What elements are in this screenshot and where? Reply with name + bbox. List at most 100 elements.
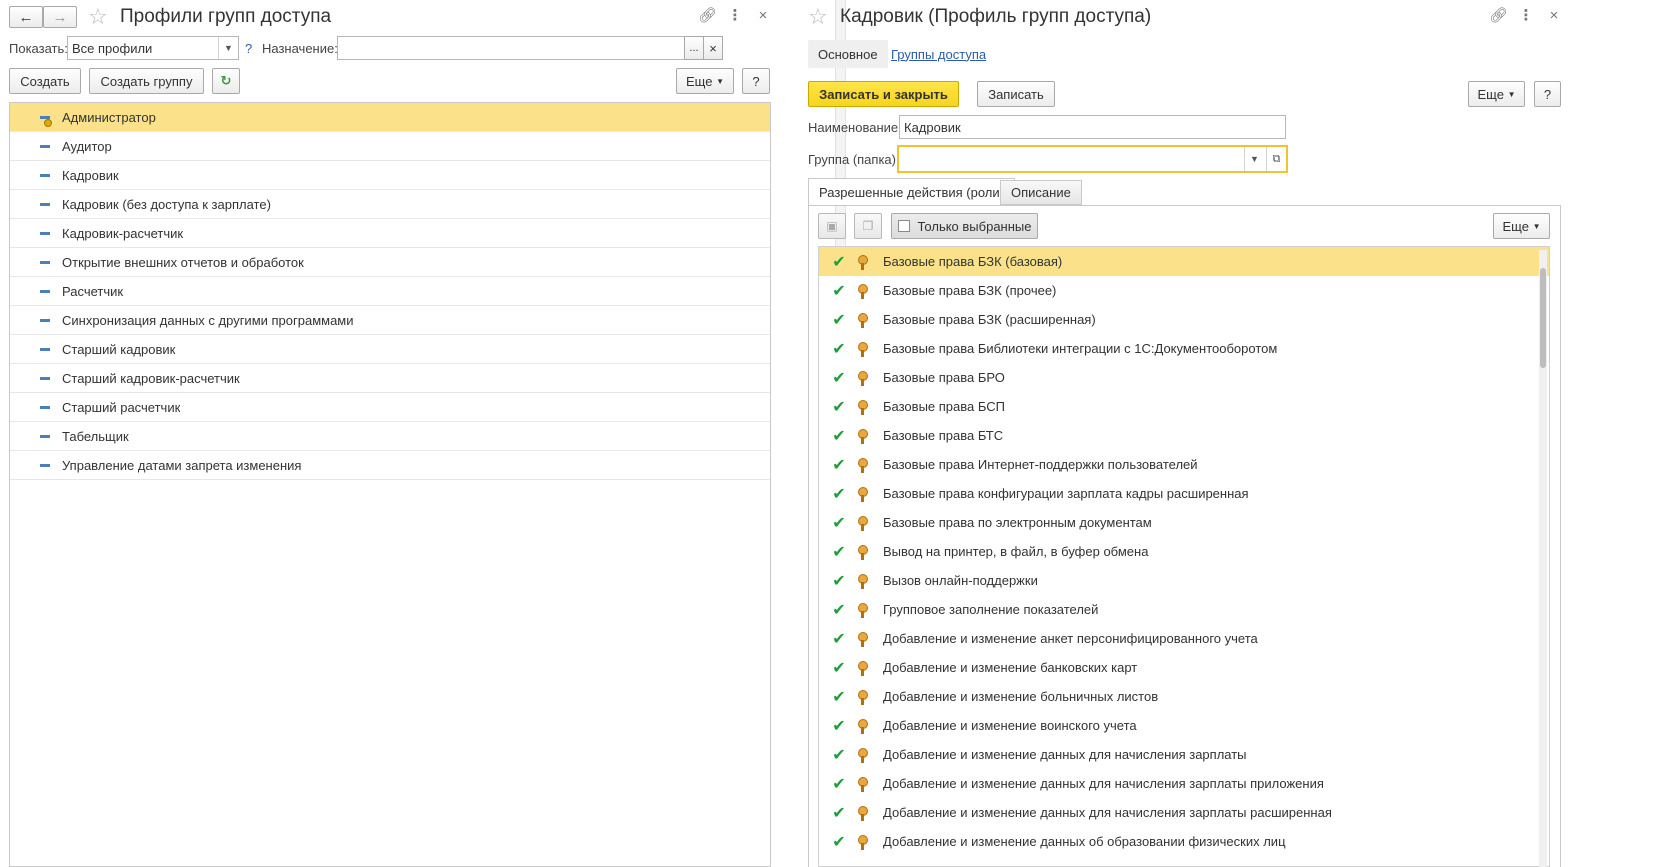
role-row[interactable]: ✔ Базовые права БСП — [819, 392, 1549, 421]
role-row[interactable]: ✔ Вывод на принтер, в файл, в буфер обмен… — [819, 537, 1549, 566]
role-row[interactable]: ✔ Базовые права БЗК (базовая) — [819, 247, 1549, 276]
checkmark-icon[interactable]: ✔ — [831, 658, 847, 678]
tab-roles[interactable]: Разрешенные действия (роли) — [808, 178, 1015, 205]
role-row[interactable]: ✔ Добавление и изменение данных для начис… — [819, 740, 1549, 769]
role-row[interactable]: ✔ Добавление и изменение анкет персонифиц… — [819, 624, 1549, 653]
list-item[interactable]: Кадровик — [10, 161, 770, 190]
open-icon[interactable]: ⧉ — [1266, 147, 1286, 171]
role-row[interactable]: ✔ Базовые права БРО — [819, 363, 1549, 392]
more-actions-icon[interactable]: ⋮ — [726, 7, 744, 25]
role-label: Добавление и изменение данных для начисл… — [883, 805, 1332, 820]
list-item[interactable]: Аудитор — [10, 132, 770, 161]
checkmark-icon[interactable]: ✔ — [831, 281, 847, 301]
favorite-star-icon[interactable]: ☆ — [808, 6, 828, 28]
checkmark-icon[interactable]: ✔ — [831, 745, 847, 765]
more-button[interactable]: Еще ▼ — [676, 68, 734, 94]
only-selected-checkbox[interactable] — [897, 220, 910, 232]
tab-main[interactable]: Основное — [808, 40, 888, 68]
role-row[interactable]: ✔ Базовые права БЗК (расширенная) — [819, 305, 1549, 334]
checkmark-icon[interactable]: ✔ — [831, 687, 847, 707]
checkmark-icon[interactable]: ✔ — [831, 513, 847, 533]
save-button[interactable]: Записать — [977, 81, 1055, 107]
role-row[interactable]: ✔ Групповое заполнение показателей — [819, 595, 1549, 624]
checkmark-icon[interactable]: ✔ — [831, 774, 847, 794]
role-label: Базовые права конфигурации зарплата кадр… — [883, 486, 1249, 501]
chevron-down-icon: ▼ — [1532, 221, 1541, 231]
forward-button[interactable]: → — [43, 6, 77, 28]
help-question-icon[interactable]: ? — [245, 41, 252, 56]
list-item[interactable]: Открытие внешних отчетов и обработок — [10, 248, 770, 277]
create-button[interactable]: Создать — [9, 68, 81, 94]
list-item[interactable]: Старший кадровик-расчетчик — [10, 364, 770, 393]
tab-description-label: Описание — [1011, 185, 1071, 200]
role-row[interactable]: ✔ Базовые права по электронным документам — [819, 508, 1549, 537]
checkmark-icon[interactable]: ✔ — [831, 716, 847, 736]
favorite-star-icon[interactable]: ☆ — [88, 6, 108, 28]
help-button[interactable]: ? — [1534, 81, 1561, 107]
back-button[interactable]: ← — [9, 6, 43, 28]
uncheck-all-icon[interactable]: ❐ — [854, 213, 882, 239]
roles-more-button[interactable]: Еще ▼ — [1493, 213, 1550, 239]
check-all-icon[interactable]: ▣ — [818, 213, 846, 239]
tab-description[interactable]: Описание — [1000, 180, 1082, 205]
list-item-label: Аудитор — [62, 138, 112, 154]
checkmark-icon[interactable]: ✔ — [831, 310, 847, 330]
role-row[interactable]: ✔ Добавление и изменение данных для начис… — [819, 769, 1549, 798]
checkmark-icon[interactable]: ✔ — [831, 368, 847, 388]
checkmark-icon[interactable]: ✔ — [831, 803, 847, 823]
help-button[interactable]: ? — [742, 68, 770, 94]
role-row[interactable]: ✔ Базовые права БТС — [819, 421, 1549, 450]
role-row[interactable]: ✔ Добавление и изменение данных об образо… — [819, 827, 1549, 856]
checkmark-icon[interactable]: ✔ — [831, 484, 847, 504]
more-actions-icon[interactable]: ⋮ — [1517, 7, 1535, 25]
checkmark-icon[interactable]: ✔ — [831, 339, 847, 359]
role-row[interactable]: ✔ Добавление и изменение банковских карт — [819, 653, 1549, 682]
purpose-input[interactable] — [337, 36, 685, 60]
name-input[interactable]: Кадровик — [899, 115, 1286, 139]
close-icon[interactable]: × — [754, 7, 772, 25]
close-icon[interactable]: × — [1545, 7, 1563, 25]
checkmark-icon[interactable]: ✔ — [831, 397, 847, 417]
chevron-down-icon[interactable]: ▼ — [1244, 147, 1264, 171]
checkmark-icon[interactable]: ✔ — [831, 832, 847, 852]
role-row[interactable]: ✔ Базовые права БЗК (прочее) — [819, 276, 1549, 305]
roles-scrollbar[interactable] — [1539, 250, 1547, 867]
role-row[interactable]: ✔ Добавление и изменение данных для начис… — [819, 798, 1549, 827]
list-item[interactable]: Табельщик — [10, 422, 770, 451]
list-item[interactable]: Старший кадровик — [10, 335, 770, 364]
list-item[interactable]: Кадровик (без доступа к зарплате) — [10, 190, 770, 219]
role-row[interactable]: ✔ Добавление и изменение воинского учета — [819, 711, 1549, 740]
role-row[interactable]: ✔ Вызов онлайн-поддержки — [819, 566, 1549, 595]
create-group-button[interactable]: Создать группу — [89, 68, 204, 94]
save-close-button[interactable]: Записать и закрыть — [808, 81, 959, 107]
show-filter-select[interactable]: Все профили ▼ — [67, 36, 239, 60]
list-item[interactable]: Синхронизация данных с другими программа… — [10, 306, 770, 335]
link-icon[interactable]: 🔗︎ — [698, 7, 717, 25]
purpose-select-button[interactable]: ... — [684, 36, 704, 60]
checkmark-icon[interactable]: ✔ — [831, 600, 847, 620]
checkmark-icon[interactable]: ✔ — [831, 426, 847, 446]
role-row[interactable]: ✔ Базовые права Библиотеки интеграции с 1… — [819, 334, 1549, 363]
list-item[interactable]: Кадровик-расчетчик — [10, 219, 770, 248]
role-row[interactable]: ✔ Базовые права Интернет-поддержки пользо… — [819, 450, 1549, 479]
list-item[interactable]: Старший расчетчик — [10, 393, 770, 422]
role-row[interactable]: ✔ Базовые права конфигурации зарплата кад… — [819, 479, 1549, 508]
checkmark-icon[interactable]: ✔ — [831, 629, 847, 649]
scrollbar-thumb[interactable] — [1540, 268, 1546, 368]
checkmark-icon[interactable]: ✔ — [831, 455, 847, 475]
link-icon[interactable]: 🔗︎ — [1489, 7, 1508, 25]
more-button[interactable]: Еще ▼ — [1468, 81, 1525, 107]
refresh-icon[interactable]: ↻ — [212, 68, 240, 94]
list-item[interactable]: Расчетчик — [10, 277, 770, 306]
checkmark-icon[interactable]: ✔ — [831, 571, 847, 591]
purpose-clear-button[interactable]: × — [703, 36, 723, 60]
checkmark-icon[interactable]: ✔ — [831, 252, 847, 272]
chevron-down-icon[interactable]: ▼ — [218, 37, 238, 59]
list-item[interactable]: Управление датами запрета изменения — [10, 451, 770, 480]
tab-access-groups[interactable]: Группы доступа — [881, 40, 996, 68]
only-selected-toggle[interactable]: Только выбранные — [891, 213, 1038, 239]
role-row[interactable]: ✔ Добавление и изменение больничных листо… — [819, 682, 1549, 711]
list-item[interactable]: Администратор — [10, 103, 770, 132]
checkmark-icon[interactable]: ✔ — [831, 542, 847, 562]
group-input[interactable]: ▼ ⧉ — [897, 145, 1288, 173]
